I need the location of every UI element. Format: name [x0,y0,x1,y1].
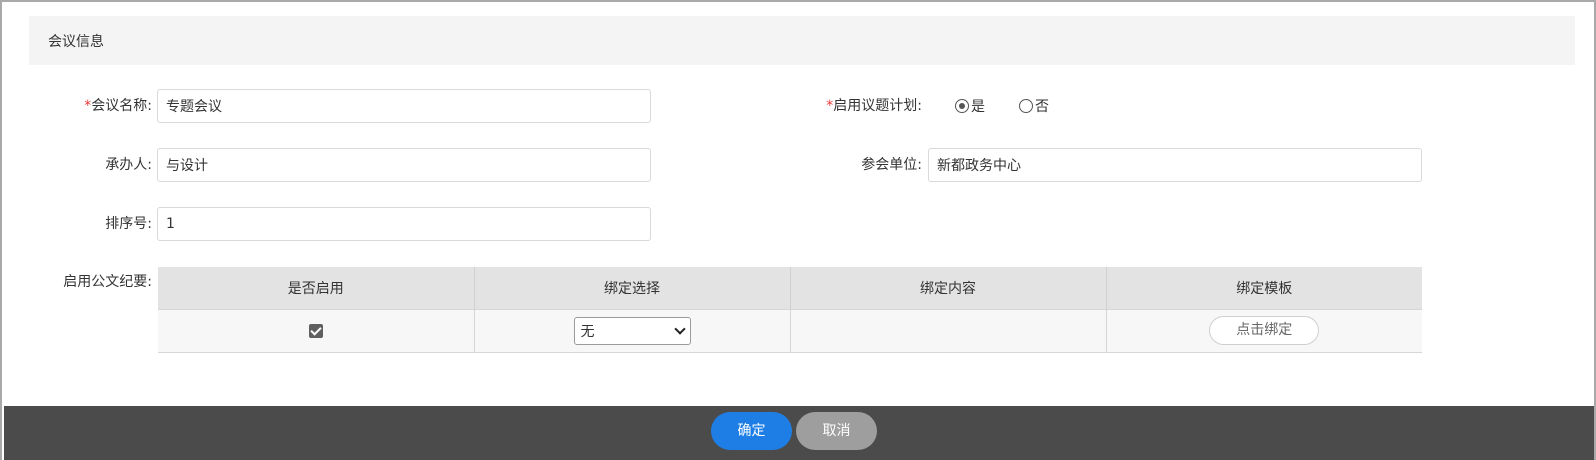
sort-number-input[interactable] [157,207,651,241]
attending-unit-label: 参会单位: [861,157,922,173]
enable-agenda-label: *启用议题计划: [826,98,922,114]
enabled-cell [158,308,475,353]
section-header: 会议信息 [29,16,1575,65]
binding-template-cell: 点击绑定 [1106,308,1422,353]
radio-unchecked-icon[interactable] [1019,99,1033,113]
radio-checked-icon[interactable] [955,99,969,113]
binding-select-cell: 无 [474,308,791,353]
bind-template-button[interactable]: 点击绑定 [1209,316,1320,345]
cancel-button[interactable]: 取消 [796,412,877,450]
chevron-down-icon [673,322,686,335]
binding-content-cell [790,308,1107,353]
organizer-input[interactable] [157,148,651,182]
enable-agenda-radio-group: 是 否 [955,89,1083,123]
attending-unit-input[interactable] [928,148,1422,182]
table-row: 无 点击绑定 [158,308,1422,353]
radio-no[interactable]: 否 [1019,96,1049,116]
confirm-button[interactable]: 确定 [711,412,792,450]
column-header-binding-select: 绑定选择 [474,267,791,309]
section-title: 会议信息 [48,34,104,50]
column-header-binding-content: 绑定内容 [790,267,1107,309]
binding-select-dropdown[interactable]: 无 [573,316,691,345]
meeting-name-label: *会议名称: [84,98,152,114]
column-header-binding-template: 绑定模板 [1106,267,1422,309]
enabled-checkbox[interactable] [308,323,323,338]
sort-number-label: 排序号: [105,216,152,232]
organizer-label: 承办人: [105,157,152,173]
official-doc-table: 是否启用 绑定选择 绑定内容 绑定模板 无 点击绑定 [158,267,1422,353]
radio-yes[interactable]: 是 [955,96,985,116]
binding-select-value: 无 [580,323,595,340]
official-doc-label: 启用公文纪要: [63,274,152,290]
table-header-row: 是否启用 绑定选择 绑定内容 绑定模板 [158,267,1422,309]
meeting-name-input[interactable] [157,89,651,123]
column-header-enabled: 是否启用 [158,267,475,309]
